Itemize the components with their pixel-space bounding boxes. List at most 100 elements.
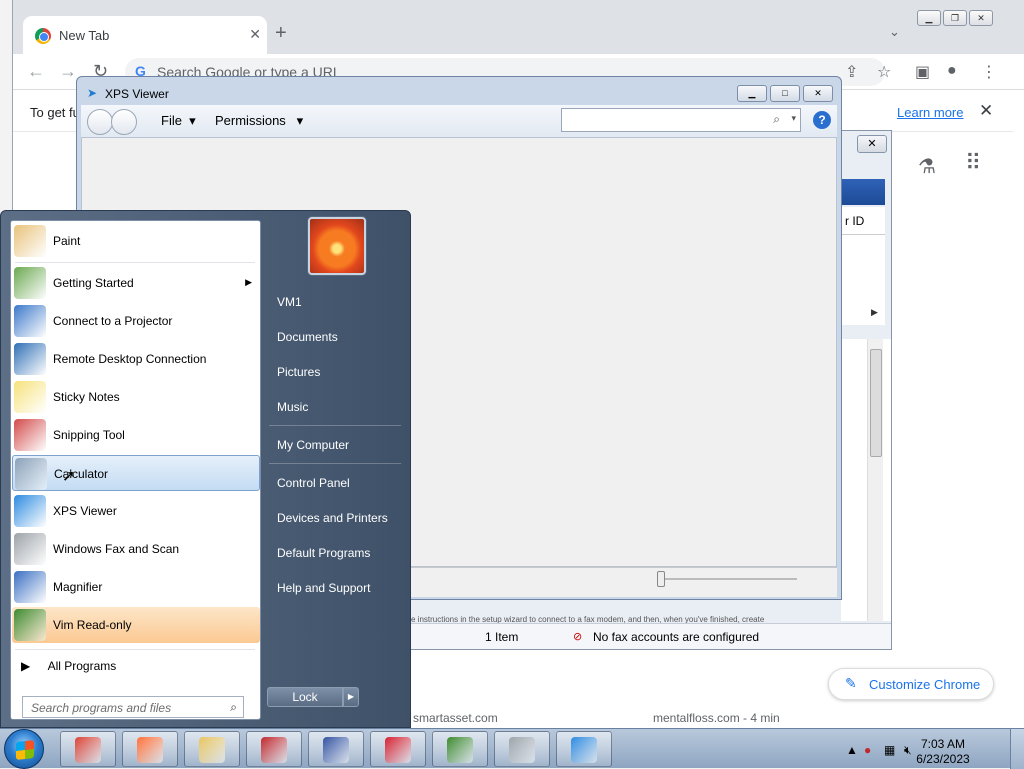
search-icon[interactable]: ⌕ (773, 112, 780, 127)
taskbar: ▲ ● ▦ 🔇︎ 7:03 AM 6/23/2023 (0, 728, 1024, 769)
network-icon[interactable]: ▦ (884, 743, 895, 757)
customize-chrome-button[interactable]: ✎ Customize Chrome (828, 668, 994, 700)
program-snipping-tool[interactable]: Snipping Tool (12, 417, 260, 453)
infobar-close-icon[interactable]: ✕ (979, 101, 993, 121)
program-label: Sticky Notes (53, 390, 120, 404)
fax-preview-scrollbar[interactable] (867, 339, 883, 621)
tab-close-icon[interactable]: ✕ (249, 26, 261, 43)
fax-close-button[interactable]: ✕ (857, 135, 887, 153)
profile-icon[interactable]: ● (947, 62, 957, 80)
chevron-down-icon[interactable]: ▾ (791, 113, 796, 124)
show-desktop-button[interactable] (1010, 729, 1024, 769)
pencil-icon: ✎ (845, 675, 857, 691)
start-button[interactable] (4, 729, 44, 769)
google-apps-icon[interactable]: ⠿ (965, 150, 981, 176)
xps-window-controls: ▁ □ ✕ (737, 85, 833, 102)
new-tab-button[interactable]: + (275, 22, 287, 45)
fax-toolbar-band (841, 179, 885, 205)
recorder-taskbar-button[interactable] (370, 731, 426, 767)
forward-button[interactable] (111, 109, 137, 135)
program-fax-scan[interactable]: Windows Fax and Scan (12, 531, 260, 567)
xps-toolbar: File ▾ Permissions ▾ ⌕ ▾ ? (81, 105, 837, 137)
minimize-button[interactable]: ▁ (737, 85, 767, 102)
forward-icon[interactable]: → (59, 61, 77, 82)
link-devices-printers[interactable]: Devices and Printers (277, 511, 388, 525)
fax-taskbar-button[interactable] (494, 731, 550, 767)
items-count: 1 Item (485, 630, 519, 644)
program-label: XPS Viewer (53, 504, 117, 518)
program-vim-readonly[interactable]: Vim Read-only (12, 607, 260, 643)
link-my-computer[interactable]: My Computer (277, 438, 349, 452)
search-programs-input[interactable]: Search programs and files ⌕ (22, 696, 244, 718)
user-picture[interactable] (308, 217, 366, 275)
back-button[interactable] (87, 109, 113, 135)
program-label: Vim Read-only (53, 618, 132, 632)
power-options-arrow[interactable]: ▶ (343, 687, 359, 707)
app-blue-taskbar-button[interactable] (308, 731, 364, 767)
restore-button[interactable]: ❐ (943, 10, 967, 26)
projector-icon (14, 305, 46, 337)
help-icon[interactable]: ? (813, 111, 831, 129)
link-help-support[interactable]: Help and Support (277, 581, 370, 595)
close-button[interactable]: ✕ (969, 10, 993, 26)
program-magnifier[interactable]: Magnifier (12, 569, 260, 605)
program-remote-desktop[interactable]: Remote Desktop Connection (12, 341, 260, 377)
labs-flask-icon[interactable]: ⚗ (918, 154, 936, 179)
scrollbar-thumb[interactable] (870, 349, 882, 457)
app-red-taskbar-button[interactable] (246, 731, 302, 767)
system-tray: ▲ ● ▦ 🔇︎ 7:03 AM 6/23/2023 (846, 729, 1024, 769)
file-menu[interactable]: File ▾ (161, 113, 196, 129)
permissions-menu[interactable]: Permissions ▾ (215, 113, 303, 129)
close-button[interactable]: ✕ (803, 85, 833, 102)
search-icon: ⌕ (230, 700, 237, 714)
link-user-folder[interactable]: VM1 (277, 295, 302, 309)
link-default-programs[interactable]: Default Programs (277, 546, 370, 560)
program-paint[interactable]: Paint (12, 223, 260, 259)
chrome-tabstrip: New Tab ✕ + ⌄ ▁ ❐ ✕ (13, 0, 1024, 56)
program-xps-viewer[interactable]: XPS Viewer (12, 493, 260, 529)
maximize-button[interactable]: □ (770, 85, 800, 102)
remote-desktop-icon (14, 343, 46, 375)
vim-taskbar-button[interactable] (432, 731, 488, 767)
fax-column-header[interactable]: r ID (841, 207, 885, 235)
fax-list[interactable] (841, 235, 885, 325)
zoom-slider-track[interactable] (657, 578, 797, 580)
link-control-panel[interactable]: Control Panel (277, 476, 350, 490)
side-panel-icon[interactable]: ▣ (915, 62, 930, 82)
program-getting-started[interactable]: Getting Started ▶ (12, 265, 260, 301)
chrome-taskbar-button[interactable] (60, 731, 116, 767)
nav-buttons (87, 109, 137, 135)
share-icon[interactable]: ⇪ (845, 62, 858, 82)
link-pictures[interactable]: Pictures (277, 365, 320, 379)
fax-preview-pane (841, 339, 891, 621)
tab-new-tab[interactable]: New Tab ✕ (23, 16, 267, 56)
explorer-taskbar-button[interactable] (184, 731, 240, 767)
tab-search-icon[interactable]: ⌄ (889, 24, 900, 40)
clock[interactable]: 7:03 AM 6/23/2023 (908, 737, 978, 767)
divider (15, 649, 255, 650)
link-music[interactable]: Music (277, 400, 308, 414)
xps-search-input[interactable]: ⌕ ▾ (561, 108, 801, 132)
lock-button[interactable]: Lock (267, 687, 343, 707)
scroll-right-icon[interactable]: ▶ (871, 307, 878, 318)
program-calculator[interactable]: Calculator (12, 455, 260, 491)
divider (15, 262, 255, 263)
most-visited-item[interactable]: smartasset.com (413, 711, 498, 725)
menu-kebab-icon[interactable]: ⋮ (981, 62, 997, 82)
back-icon[interactable]: ← (27, 61, 45, 82)
tray-app-icon[interactable]: ● (864, 743, 871, 757)
program-connect-projector[interactable]: Connect to a Projector (12, 303, 260, 339)
learn-more-link[interactable]: Learn more (897, 105, 963, 120)
show-hidden-icons-icon[interactable]: ▲ (846, 743, 858, 757)
firefox-taskbar-button[interactable] (122, 731, 178, 767)
magnifier-icon (14, 571, 46, 603)
program-sticky-notes[interactable]: Sticky Notes (12, 379, 260, 415)
most-visited-item[interactable]: mentalfloss.com - 4 min (653, 711, 780, 725)
submenu-arrow-icon: ▶ (245, 277, 252, 287)
zoom-slider-thumb[interactable] (657, 571, 665, 587)
xps-taskbar-button[interactable] (556, 731, 612, 767)
link-documents[interactable]: Documents (277, 330, 338, 344)
bookmark-star-icon[interactable]: ☆ (877, 62, 891, 82)
all-programs-button[interactable]: ▶ All Programs (21, 659, 116, 673)
minimize-button[interactable]: ▁ (917, 10, 941, 26)
